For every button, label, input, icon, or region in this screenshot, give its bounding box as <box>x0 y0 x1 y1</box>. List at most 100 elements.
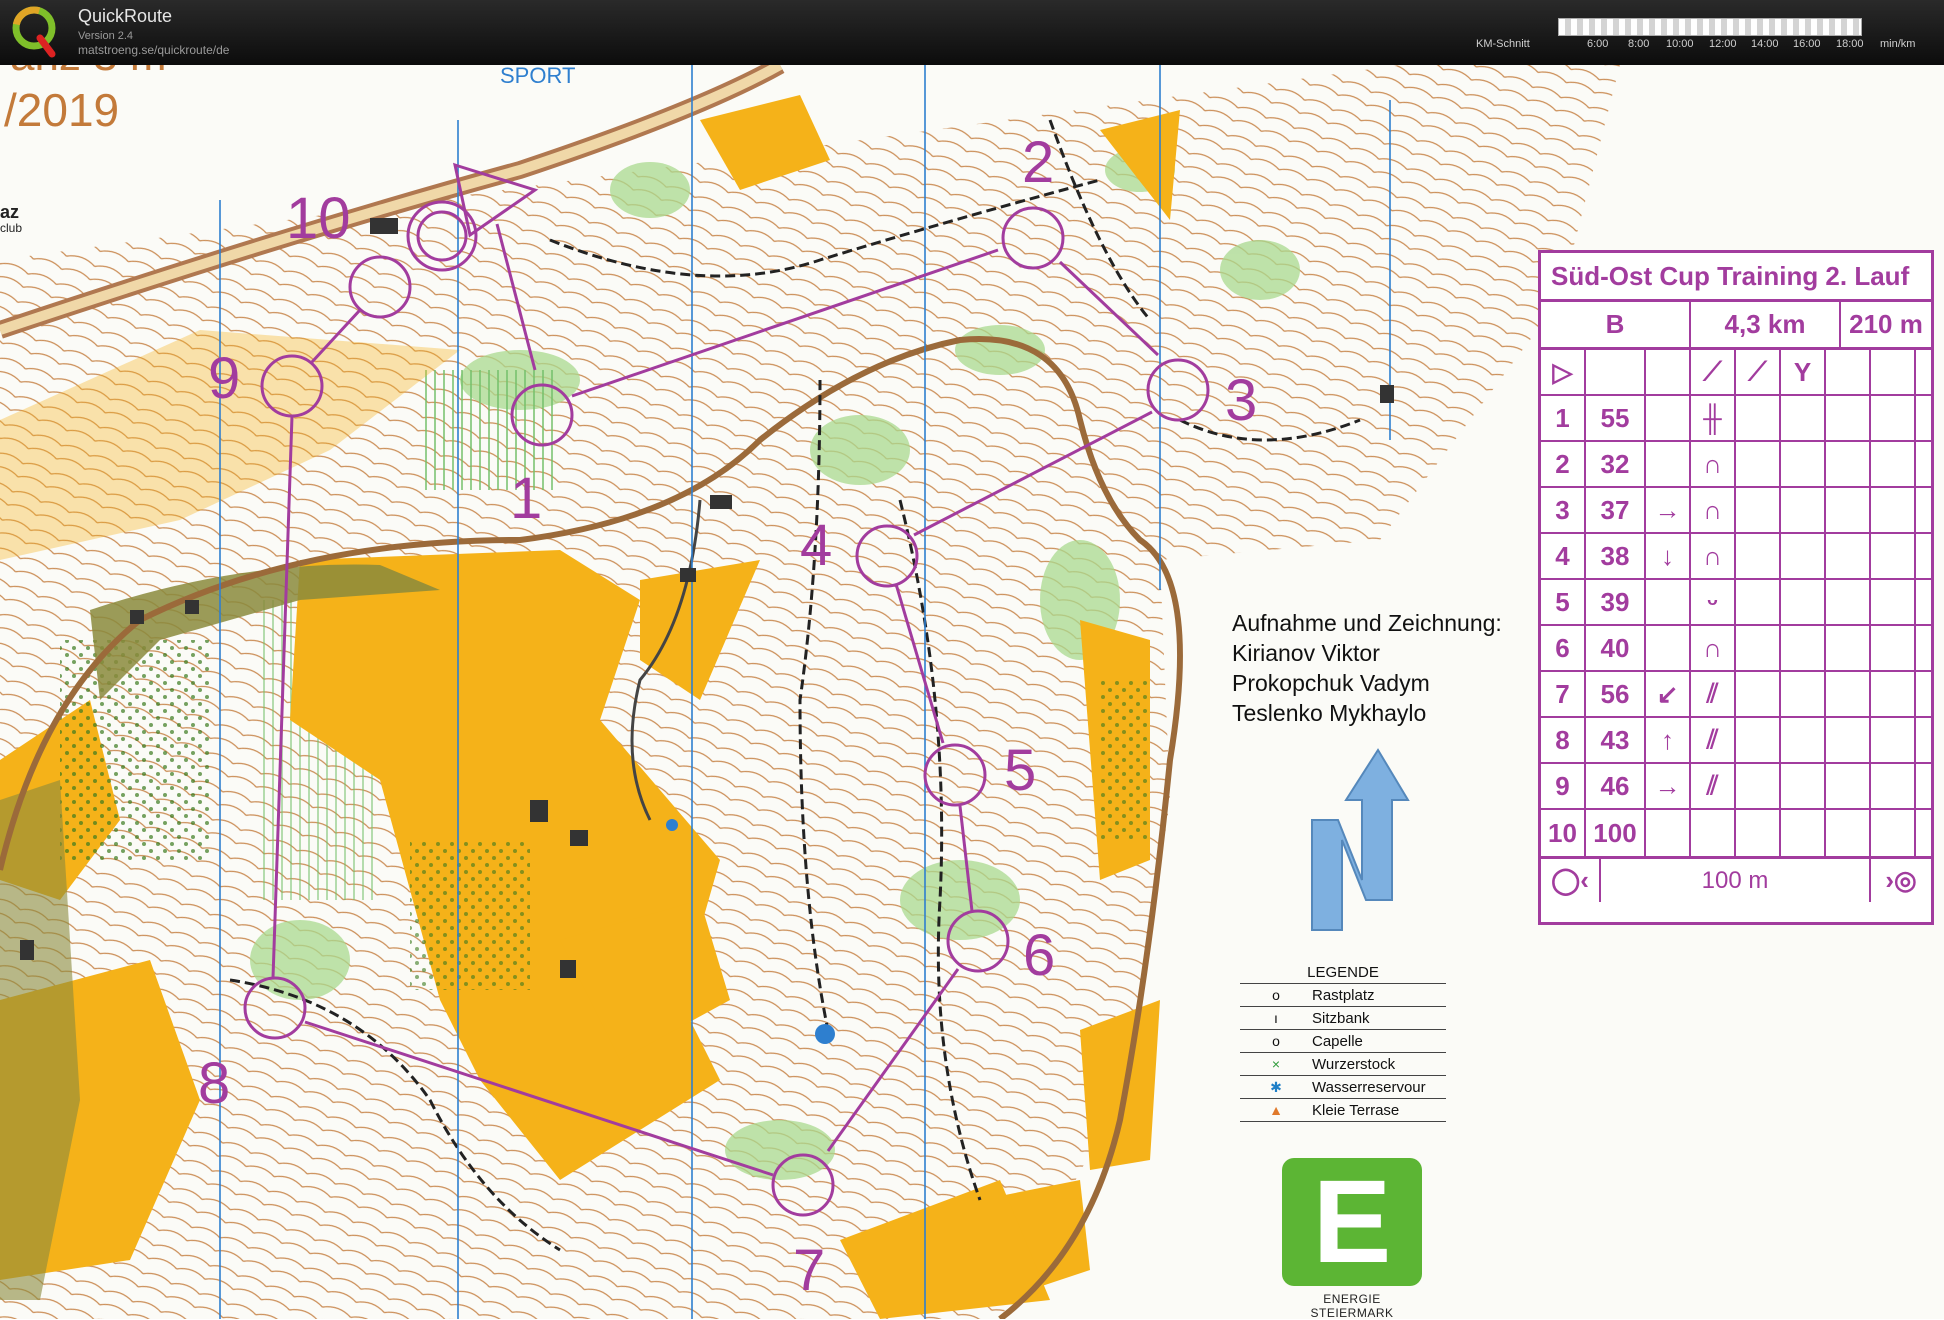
credits-name: Kirianov Viktor <box>1232 640 1380 666</box>
legend-symbol-icon: ✱ <box>1270 1078 1282 1095</box>
empty-cell <box>1916 626 1931 670</box>
empty-cell <box>1781 718 1826 762</box>
control-row-number: 6 <box>1541 626 1586 670</box>
control-row-number: 8 <box>1541 718 1586 762</box>
control-number: 1 <box>510 466 542 531</box>
control-number: 7 <box>793 1238 825 1303</box>
club-name-fragment: az <box>0 202 19 222</box>
empty-cell <box>1916 672 1931 716</box>
start-row: ▷ ⟋ ⟋ Y <box>1541 350 1931 396</box>
empty-cell <box>1826 672 1871 716</box>
empty-cell <box>1781 764 1826 808</box>
map-credits: Aufnahme und Zeichnung: Kirianov Viktor … <box>1232 608 1502 728</box>
control-row-number: 9 <box>1541 764 1586 808</box>
control-row-number: 2 <box>1541 442 1586 486</box>
app-version: Version 2.4 <box>78 30 134 42</box>
empty-cell <box>1736 810 1781 856</box>
feature-icon: ∩ <box>1691 442 1736 486</box>
empty-cell <box>1736 488 1781 532</box>
control-row: 9 46 → ⫽ <box>1541 764 1931 810</box>
empty-cell <box>1736 626 1781 670</box>
sponsor-name: ENERGIE STEIERMARK <box>1310 1292 1394 1320</box>
finish-distance: 100 m <box>1601 859 1871 902</box>
credits-heading: Aufnahme und Zeichnung: <box>1232 610 1502 636</box>
legend-item: ı Sitzbank <box>1240 1007 1446 1030</box>
legend-symbol-icon: × <box>1271 1056 1281 1072</box>
feature-icon: ∩ <box>1691 534 1736 578</box>
control-row: 7 56 ↙ ⫽ <box>1541 672 1931 718</box>
empty-cell <box>1916 442 1931 486</box>
empty-cell <box>1736 396 1781 440</box>
empty-cell <box>1736 442 1781 486</box>
empty-cell <box>1916 718 1931 762</box>
sport-label: SPORT <box>500 65 575 88</box>
control-code: 32 <box>1586 442 1646 486</box>
orchard-dots <box>60 640 210 860</box>
app-header: QuickRoute Version 2.4 matstroeng.se/qui… <box>0 0 1944 65</box>
direction-icon <box>1646 580 1691 624</box>
course-name: B <box>1541 302 1691 347</box>
empty-cell <box>1781 626 1826 670</box>
empty-cell <box>1871 626 1916 670</box>
legend-label: Wasserreservour <box>1312 1078 1426 1096</box>
junction-icon: Y <box>1781 350 1826 394</box>
club-sub-fragment: club <box>0 221 22 235</box>
legend-item: o Capelle <box>1240 1030 1446 1053</box>
empty-cell <box>1736 718 1781 762</box>
start-triangle-icon: ▷ <box>1541 350 1586 394</box>
control-number: 5 <box>1004 738 1036 803</box>
control-description-sheet: Süd-Ost Cup Training 2. Lauf B 4,3 km 21… <box>1538 250 1934 925</box>
control-code: 40 <box>1586 626 1646 670</box>
empty-cell <box>1826 396 1871 440</box>
empty-cell <box>1871 718 1916 762</box>
pace-scale-label: KM-Schnitt <box>1476 38 1530 50</box>
feature-icon: ∩ <box>1691 626 1736 670</box>
control-code: 43 <box>1586 718 1646 762</box>
legend-label: Capelle <box>1312 1032 1363 1050</box>
control-row-number: 3 <box>1541 488 1586 532</box>
empty-cell <box>1781 396 1826 440</box>
finish-icon: ›◎ <box>1885 865 1917 895</box>
legend-item: × Wurzerstock <box>1240 1053 1446 1076</box>
empty-cell <box>1826 580 1871 624</box>
credits-name: Prokopchuk Vadym <box>1232 670 1430 696</box>
empty-cell <box>1916 810 1931 856</box>
feature-icon: ⫽ <box>1691 672 1736 716</box>
legend-symbol-icon: ı <box>1274 1010 1278 1026</box>
pond-icon <box>815 1024 835 1044</box>
legend-item: o Rastplatz <box>1240 984 1446 1007</box>
empty-cell <box>1826 764 1871 808</box>
control-code: 55 <box>1586 396 1646 440</box>
control-code: 46 <box>1586 764 1646 808</box>
direction-icon <box>1646 442 1691 486</box>
control-row-number: 4 <box>1541 534 1586 578</box>
orchard-dots <box>410 840 530 990</box>
slash-icon: ⟋ <box>1691 350 1736 394</box>
legend-symbol-icon: o <box>1272 987 1280 1003</box>
pace-tick: 6:00 <box>1587 38 1609 50</box>
pace-tick: 14:00 <box>1751 38 1779 50</box>
pace-tick: 16:00 <box>1793 38 1821 50</box>
control-code: 39 <box>1586 580 1646 624</box>
legend-symbol-icon: o <box>1272 1033 1280 1049</box>
app-url: matstroeng.se/quickroute/de <box>78 43 230 57</box>
pond-icon <box>666 819 678 831</box>
direction-icon: ↙ <box>1646 672 1691 716</box>
control-row: 2 32 ∩ <box>1541 442 1931 488</box>
direction-icon <box>1646 626 1691 670</box>
slash-icon: ⟋ <box>1736 350 1781 394</box>
empty-cell <box>1871 672 1916 716</box>
control-number: 10 <box>286 186 351 251</box>
control-number: 4 <box>800 513 832 578</box>
pace-unit: min/km <box>1880 38 1916 50</box>
control-code: 100 <box>1586 810 1646 856</box>
feature-icon: ╫ <box>1691 396 1736 440</box>
pace-tick: 18:00 <box>1836 38 1864 50</box>
control-row: 6 40 ∩ <box>1541 626 1931 672</box>
feature-icon: ⫽ <box>1691 764 1736 808</box>
empty-cell <box>1871 580 1916 624</box>
control-row: 8 43 ↑ ⫽ <box>1541 718 1931 764</box>
direction-icon <box>1646 810 1691 856</box>
legend-title: LEGENDE <box>1240 964 1446 984</box>
empty-cell <box>1871 534 1916 578</box>
